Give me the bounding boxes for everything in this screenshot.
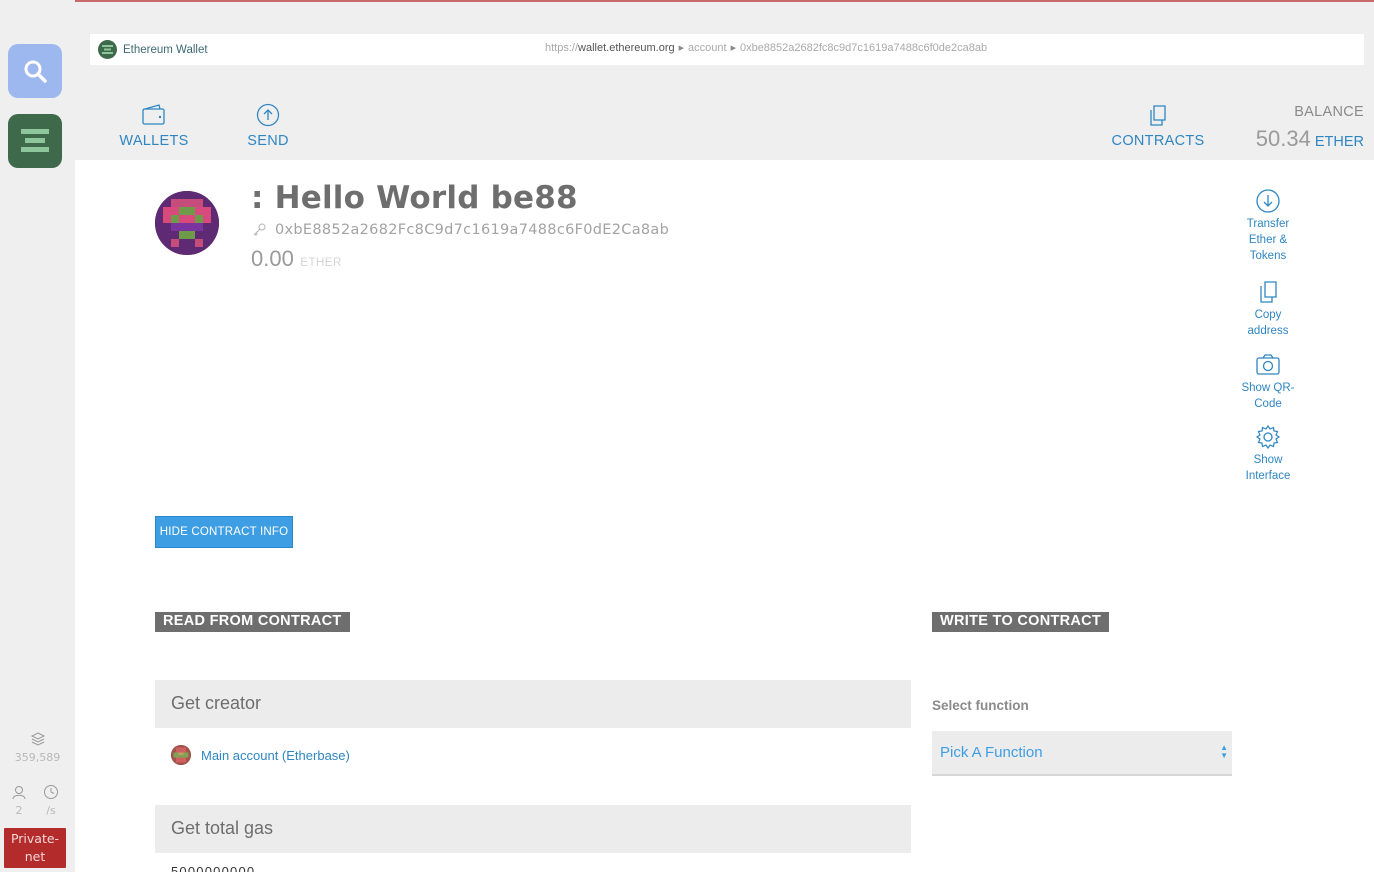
balance-label: BALANCE bbox=[1294, 104, 1364, 120]
camera-icon bbox=[1256, 354, 1280, 375]
transfer-label-line3: Tokens bbox=[1249, 250, 1287, 262]
nav-wallets-label: WALLETS bbox=[119, 133, 189, 149]
layers-icon bbox=[30, 732, 45, 746]
interface-label-line1: Show bbox=[1253, 454, 1283, 466]
nav-contracts[interactable]: CONTRACTS bbox=[1112, 103, 1204, 149]
nav-send[interactable]: SEND bbox=[247, 103, 289, 149]
transfer-label-line1: Transfer bbox=[1246, 218, 1290, 230]
contract-identicon bbox=[155, 191, 219, 255]
rate-value: /s bbox=[46, 804, 56, 817]
rate-stat: /s bbox=[32, 784, 70, 817]
contract-balance: 0.00 ETHER bbox=[251, 246, 342, 272]
select-function-label: Select function bbox=[932, 698, 1029, 713]
copy-address-button[interactable]: Copy address bbox=[1225, 279, 1311, 339]
app-name: Ethereum Wallet bbox=[123, 43, 208, 56]
blocks-stat: 359,589 bbox=[0, 731, 75, 764]
account-identicon bbox=[171, 745, 191, 765]
url-path-segment: account bbox=[688, 42, 727, 54]
balance-amount: 50.34 bbox=[1255, 126, 1311, 151]
read-from-contract-header: READ FROM CONTRACT bbox=[155, 612, 350, 632]
gear-icon bbox=[1255, 424, 1281, 450]
qr-label-line2: Code bbox=[1254, 398, 1282, 410]
url-host: wallet.ethereum.org bbox=[578, 42, 675, 54]
contract-panel: : Hello World be88 0xbE8852a2682Fc8C9d7c… bbox=[75, 160, 1374, 872]
transfer-tokens-button[interactable]: Transfer Ether & Tokens bbox=[1225, 188, 1311, 264]
qr-label-line1: Show QR- bbox=[1241, 382, 1295, 394]
url-scheme: https:// bbox=[545, 42, 579, 54]
copy-icon bbox=[1260, 281, 1277, 303]
get-creator-function: Get creator bbox=[155, 680, 911, 728]
app-title: Ethereum Wallet bbox=[98, 40, 208, 59]
clock-icon bbox=[44, 785, 58, 799]
arrow-up-circle-icon bbox=[256, 103, 280, 127]
total-gas-value: 5000000000 bbox=[171, 866, 255, 872]
show-interface-button[interactable]: Show Interface bbox=[1225, 424, 1311, 484]
contract-address[interactable]: 0xbE8852a2682Fc8C9d7c1619a7488c6F0dE2Ca8… bbox=[275, 222, 669, 238]
window-top-border bbox=[0, 0, 1374, 2]
address-bar[interactable]: Ethereum Wallet https://wallet.ethereum.… bbox=[90, 34, 1364, 65]
left-dock: 359,589 2 /s Private-net bbox=[0, 0, 75, 872]
balance-unit: ETHER bbox=[1314, 134, 1364, 150]
contract-balance-amount: 0.00 bbox=[251, 246, 294, 271]
nav-contracts-label: CONTRACTS bbox=[1111, 133, 1205, 149]
key-icon bbox=[253, 223, 266, 236]
total-gas-result: 5000000000 bbox=[171, 866, 267, 872]
select-arrows-icon: ▲ ▼ bbox=[1220, 743, 1228, 760]
nav-wallets[interactable]: WALLETS bbox=[119, 103, 188, 149]
arrow-down-circle-icon bbox=[1256, 189, 1280, 213]
contract-title: : Hello World be88 bbox=[251, 180, 578, 216]
creator-account-link[interactable]: Main account (Etherbase) bbox=[201, 748, 350, 763]
peers-icon bbox=[12, 786, 26, 800]
search-dock-button[interactable] bbox=[8, 44, 62, 98]
contract-balance-unit: ETHER bbox=[300, 257, 342, 269]
ethereum-wallet-icon bbox=[21, 129, 49, 152]
block-number: 359,589 bbox=[14, 751, 61, 764]
url-text[interactable]: https://wallet.ethereum.org ▶ account ▶ 0xbe… bbox=[545, 42, 987, 54]
write-to-contract-header: WRITE TO CONTRACT bbox=[932, 612, 1110, 632]
get-total-gas-function: Get total gas bbox=[155, 805, 911, 853]
copy-label-line2: address bbox=[1247, 325, 1289, 337]
url-path-segment: 0xbe8852a2682fc8c9d7c1619a7488c6f0de2ca8… bbox=[739, 42, 988, 54]
function-select[interactable]: Pick A Function ▲ ▼ bbox=[932, 731, 1232, 776]
ethereum-logo-icon bbox=[98, 40, 117, 59]
documents-icon bbox=[1150, 105, 1166, 126]
nav-send-label: SEND bbox=[247, 133, 289, 149]
chevron-right-icon: ▶ bbox=[730, 45, 736, 52]
show-qr-code-button[interactable]: Show QR- Code bbox=[1225, 352, 1311, 412]
chevron-right-icon: ▶ bbox=[678, 45, 685, 52]
search-icon bbox=[24, 60, 47, 83]
network-badge: Private-net bbox=[4, 828, 66, 868]
total-balance: 50.34 ETHER bbox=[1256, 126, 1364, 152]
function-select-value: Pick A Function bbox=[940, 744, 1043, 761]
wallet-icon bbox=[142, 104, 165, 125]
copy-label-line1: Copy bbox=[1254, 309, 1282, 321]
wallet-dock-button[interactable] bbox=[8, 114, 62, 168]
hide-contract-info-button[interactable]: HIDE CONTRACT INFO bbox=[155, 516, 293, 548]
interface-label-line2: Interface bbox=[1245, 470, 1291, 482]
transfer-label-line2: Ether & bbox=[1248, 234, 1288, 246]
contract-address-row: 0xbE8852a2682Fc8C9d7c1619a7488c6F0dE2Ca8… bbox=[251, 222, 669, 238]
creator-result[interactable]: Main account (Etherbase) bbox=[171, 745, 350, 765]
